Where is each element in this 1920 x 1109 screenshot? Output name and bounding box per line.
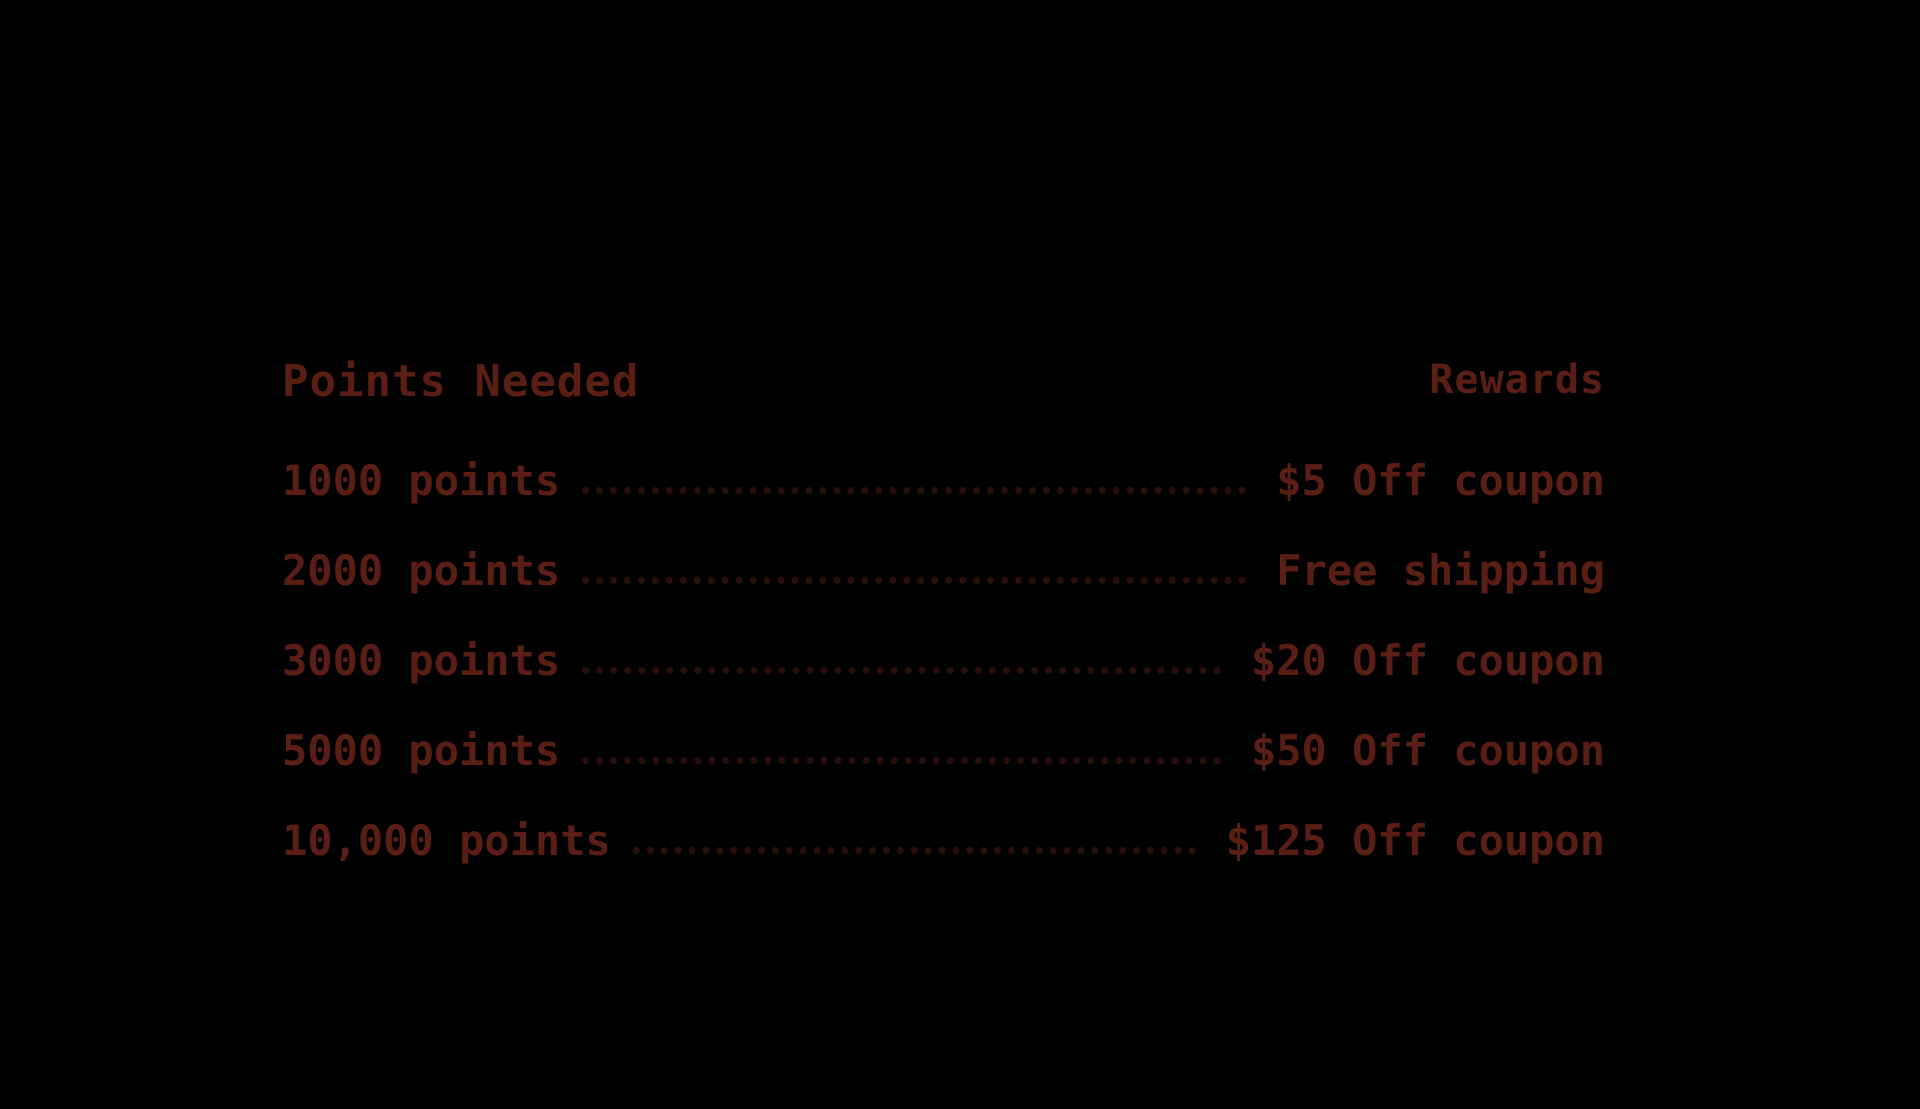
table-row: 2000 points Free shipping — [282, 525, 1605, 615]
table-row: 5000 points $50 Off coupon — [282, 705, 1605, 795]
reward-value: $50 Off coupon — [1250, 725, 1605, 775]
reward-value: $125 Off coupon — [1225, 815, 1605, 865]
points-value: 2000 points — [282, 545, 561, 595]
points-value: 10,000 points — [282, 815, 611, 865]
table-header: Points Needed Rewards — [282, 345, 1605, 407]
dotted-leader — [582, 486, 1247, 494]
points-value: 5000 points — [282, 725, 561, 775]
rewards-heading: Rewards — [1429, 357, 1605, 403]
dotted-leader — [582, 756, 1221, 764]
points-value: 1000 points — [282, 455, 561, 505]
dotted-leader — [582, 576, 1247, 584]
table-row: 10,000 points $125 Off coupon — [282, 795, 1605, 885]
table-row: 3000 points $20 Off coupon — [282, 615, 1605, 705]
reward-value: $20 Off coupon — [1250, 635, 1605, 685]
dotted-leader — [582, 666, 1221, 674]
rewards-table: Points Needed Rewards 1000 points $5 Off… — [282, 345, 1605, 885]
table-row: 1000 points $5 Off coupon — [282, 435, 1605, 525]
reward-value: $5 Off coupon — [1276, 455, 1605, 505]
reward-value: Free shipping — [1276, 545, 1605, 595]
points-needed-heading: Points Needed — [282, 356, 640, 407]
dotted-leader — [632, 846, 1196, 854]
points-value: 3000 points — [282, 635, 561, 685]
